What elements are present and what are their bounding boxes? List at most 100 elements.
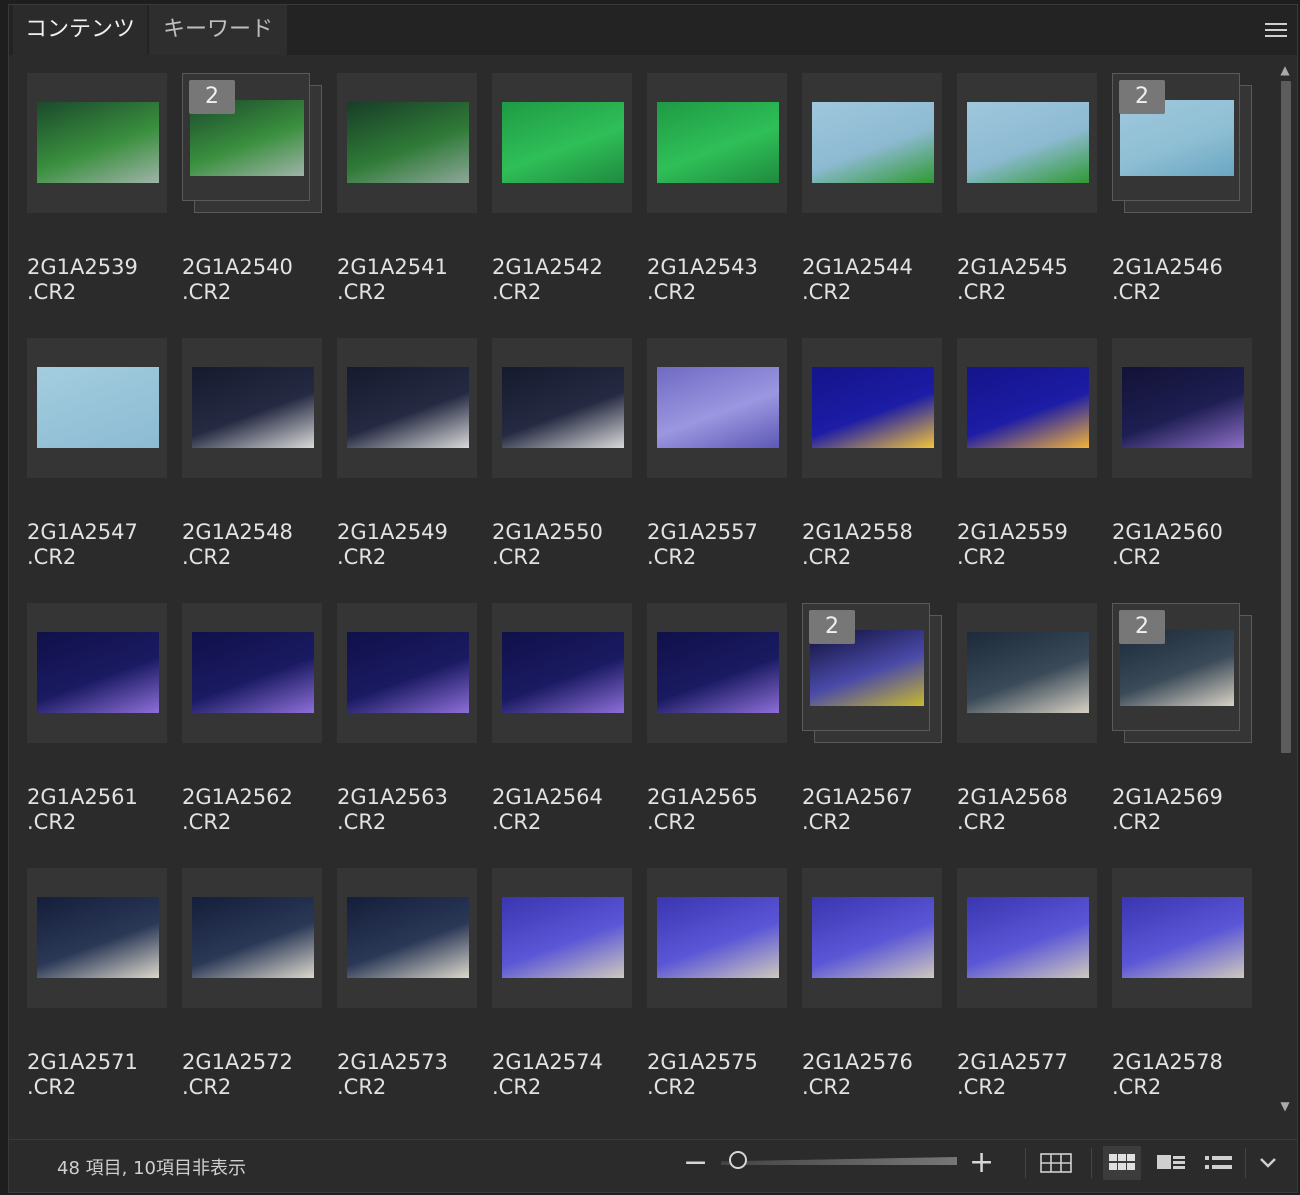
thumbnail-item[interactable]: 2G1A2558 .CR2 — [786, 320, 942, 585]
thumbnail-item[interactable]: 2G1A2561 .CR2 — [11, 585, 167, 850]
thumbnail-item[interactable]: 2 2G1A2540 .CR2 — [166, 55, 322, 320]
zoom-out-icon[interactable]: − — [683, 1148, 708, 1178]
scroll-down-icon[interactable]: ▼ — [1278, 1099, 1292, 1113]
stack-count-badge[interactable]: 2 — [189, 80, 235, 114]
thumbnail-item[interactable]: 2G1A2565 .CR2 — [631, 585, 787, 850]
thumbnail-card[interactable] — [957, 868, 1097, 1008]
list-view-icon[interactable] — [1199, 1146, 1237, 1180]
thumbnail-view-icon[interactable] — [1103, 1146, 1141, 1180]
thumbnail-card[interactable]: 2 — [182, 73, 322, 213]
scroll-up-icon[interactable]: ▲ — [1278, 63, 1292, 77]
thumbnail-image[interactable] — [502, 367, 624, 448]
thumbnail-card[interactable] — [337, 338, 477, 478]
stack-front-frame[interactable]: 2 — [802, 603, 930, 731]
thumbnail-card[interactable] — [647, 603, 787, 743]
thumbnail-image[interactable] — [967, 367, 1089, 448]
thumbnail-item[interactable]: 2G1A2568 .CR2 — [941, 585, 1097, 850]
zoom-in-icon[interactable]: + — [969, 1148, 994, 1178]
thumbnail-image[interactable] — [347, 897, 469, 978]
thumbnail-card[interactable] — [182, 868, 322, 1008]
thumbnail-image[interactable] — [347, 367, 469, 448]
thumbnail-card[interactable] — [957, 338, 1097, 478]
thumbnail-item[interactable]: 2G1A2575 .CR2 — [631, 850, 787, 1115]
thumbnail-item[interactable]: 2 2G1A2569 .CR2 — [1096, 585, 1252, 850]
thumbnail-image[interactable] — [37, 102, 159, 183]
stack-count-badge[interactable]: 2 — [809, 610, 855, 644]
thumbnail-card[interactable] — [492, 868, 632, 1008]
thumbnail-image[interactable] — [812, 102, 934, 183]
thumbnail-item[interactable]: 2 2G1A2567 .CR2 — [786, 585, 942, 850]
thumbnail-card[interactable] — [337, 73, 477, 213]
thumbnail-card[interactable] — [337, 868, 477, 1008]
thumbnail-image[interactable] — [37, 367, 159, 448]
vertical-scrollbar[interactable]: ▲ ▼ — [1275, 57, 1295, 1117]
thumbnail-card[interactable] — [802, 73, 942, 213]
thumbnail-image[interactable] — [347, 632, 469, 713]
thumbnail-image[interactable] — [967, 102, 1089, 183]
thumbnail-card[interactable] — [337, 603, 477, 743]
thumbnail-item[interactable]: 2G1A2564 .CR2 — [476, 585, 632, 850]
thumbnail-image[interactable] — [37, 632, 159, 713]
thumbnail-card[interactable] — [27, 603, 167, 743]
thumbnail-card[interactable]: 2 — [802, 603, 942, 743]
tab-content[interactable]: コンテンツ — [13, 5, 147, 55]
thumbnail-card[interactable] — [27, 868, 167, 1008]
stack-front-frame[interactable]: 2 — [1112, 73, 1240, 201]
thumbnail-card[interactable] — [492, 338, 632, 478]
thumbnail-image[interactable] — [812, 367, 934, 448]
thumbnail-card[interactable]: 2 — [1112, 73, 1252, 213]
thumbnail-image[interactable] — [347, 102, 469, 183]
thumbnail-image[interactable] — [657, 102, 779, 183]
thumbnail-item[interactable]: 2G1A2557 .CR2 — [631, 320, 787, 585]
thumbnail-item[interactable]: 2G1A2560 .CR2 — [1096, 320, 1252, 585]
stack-front-frame[interactable]: 2 — [1112, 603, 1240, 731]
thumbnail-card[interactable] — [182, 603, 322, 743]
thumbnail-image[interactable] — [657, 367, 779, 448]
stack-count-badge[interactable]: 2 — [1119, 80, 1165, 114]
thumbnail-card[interactable] — [957, 73, 1097, 213]
thumbnail-image[interactable] — [812, 897, 934, 978]
thumbnail-item[interactable]: 2G1A2577 .CR2 — [941, 850, 1097, 1115]
tab-keywords[interactable]: キーワード — [149, 5, 287, 55]
thumbnail-card[interactable] — [492, 73, 632, 213]
thumbnail-card[interactable] — [27, 338, 167, 478]
thumbnail-image[interactable] — [192, 367, 314, 448]
thumbnail-item[interactable]: 2G1A2549 .CR2 — [321, 320, 477, 585]
thumbnail-item[interactable]: 2G1A2578 .CR2 — [1096, 850, 1252, 1115]
thumbnail-item[interactable]: 2G1A2562 .CR2 — [166, 585, 322, 850]
thumbnail-card[interactable] — [27, 73, 167, 213]
thumbnail-image[interactable] — [192, 632, 314, 713]
thumbnail-image[interactable] — [502, 102, 624, 183]
thumbnail-item[interactable]: 2G1A2539 .CR2 — [11, 55, 167, 320]
thumbnail-card[interactable] — [647, 73, 787, 213]
thumbnail-item[interactable]: 2G1A2571 .CR2 — [11, 850, 167, 1115]
thumbnail-item[interactable]: 2G1A2572 .CR2 — [166, 850, 322, 1115]
thumbnail-item[interactable]: 2G1A2563 .CR2 — [321, 585, 477, 850]
thumbnail-image[interactable] — [1122, 367, 1244, 448]
thumbnail-image[interactable] — [37, 897, 159, 978]
thumbnail-card[interactable]: 2 — [1112, 603, 1252, 743]
thumbnail-card[interactable] — [647, 338, 787, 478]
thumbnail-item[interactable]: 2G1A2576 .CR2 — [786, 850, 942, 1115]
stack-count-badge[interactable]: 2 — [1119, 610, 1165, 644]
thumbnail-image[interactable] — [967, 897, 1089, 978]
thumbnail-item[interactable]: 2G1A2550 .CR2 — [476, 320, 632, 585]
thumbnail-item[interactable]: 2G1A2559 .CR2 — [941, 320, 1097, 585]
thumbnail-card[interactable] — [492, 603, 632, 743]
thumbnail-image[interactable] — [502, 632, 624, 713]
thumbnail-item[interactable]: 2G1A2545 .CR2 — [941, 55, 1097, 320]
thumbnail-image[interactable] — [502, 897, 624, 978]
thumbnail-image[interactable] — [657, 897, 779, 978]
thumbnail-item[interactable]: 2G1A2573 .CR2 — [321, 850, 477, 1115]
chevron-down-icon[interactable] — [1249, 1146, 1287, 1180]
thumbnail-card[interactable] — [957, 603, 1097, 743]
thumbnail-card[interactable] — [1112, 868, 1252, 1008]
hamburger-menu-icon[interactable] — [1265, 19, 1287, 39]
thumbnail-card[interactable] — [182, 338, 322, 478]
thumbnail-item[interactable]: 2G1A2543 .CR2 — [631, 55, 787, 320]
thumbnail-item[interactable]: 2G1A2548 .CR2 — [166, 320, 322, 585]
thumbnail-card[interactable] — [647, 868, 787, 1008]
grid-view-icon[interactable] — [1037, 1146, 1075, 1180]
thumbnail-card[interactable] — [802, 868, 942, 1008]
stack-front-frame[interactable]: 2 — [182, 73, 310, 201]
